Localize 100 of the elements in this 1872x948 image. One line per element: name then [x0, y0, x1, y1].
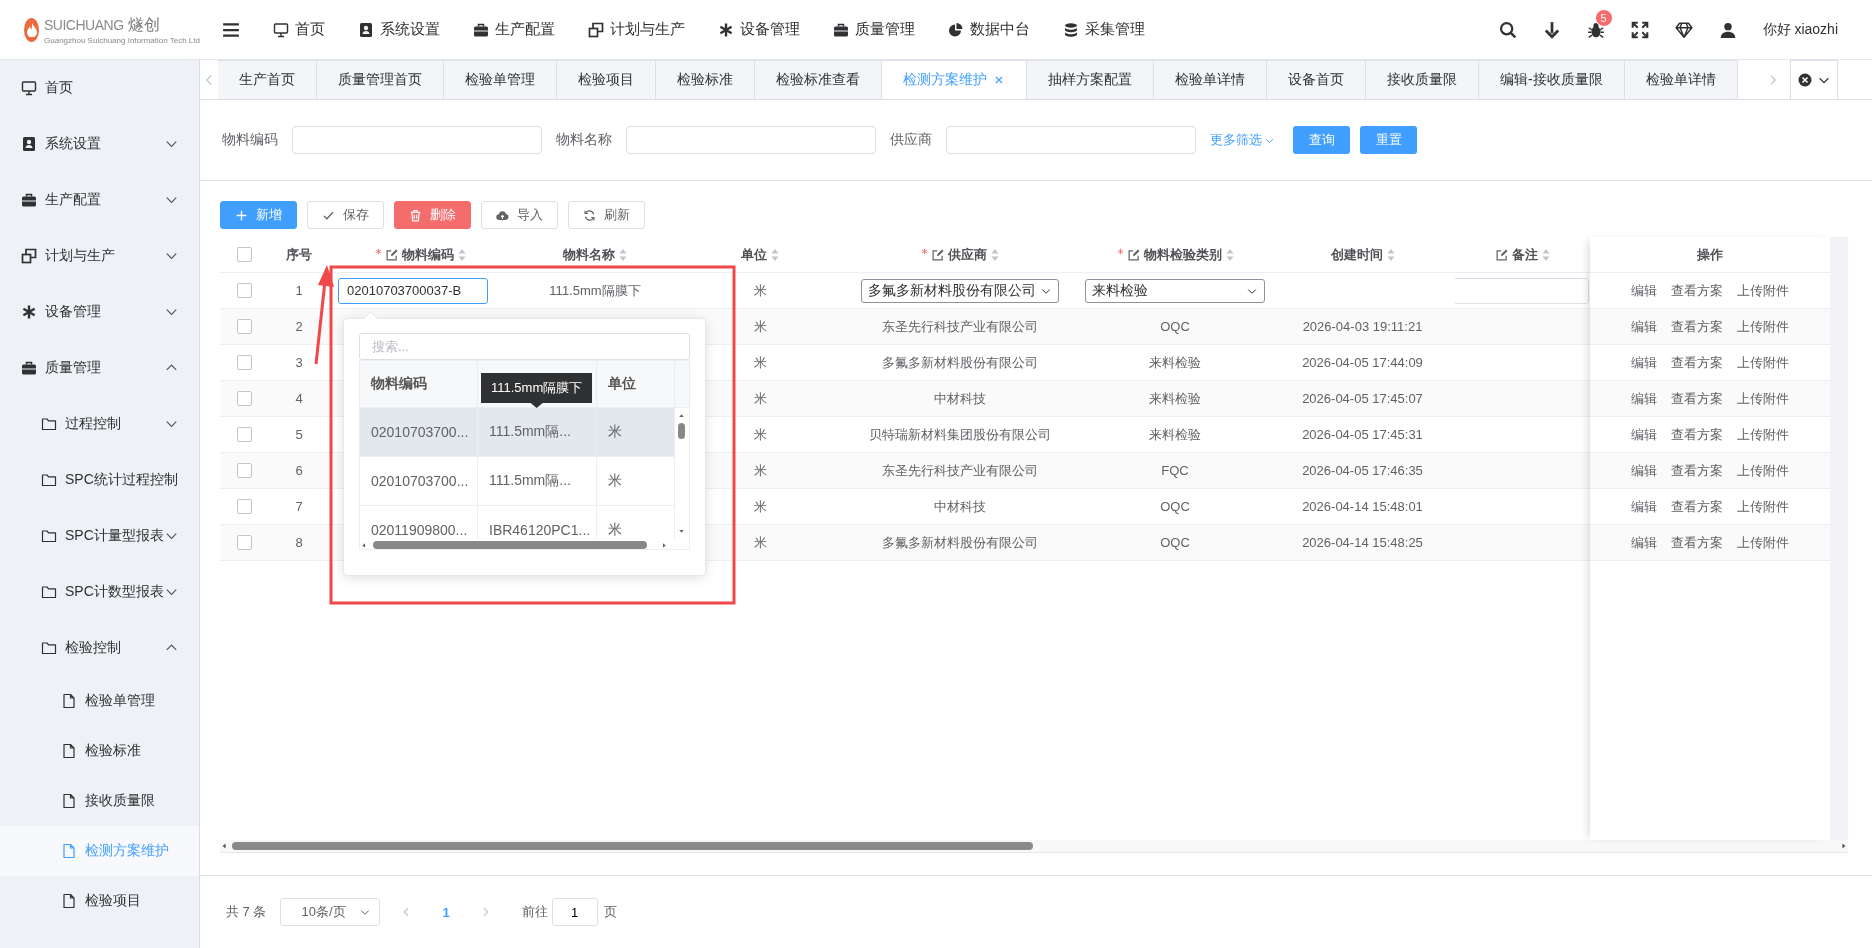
action-link[interactable]: 上传附件 [1737, 461, 1789, 480]
save-button[interactable]: 保存 [307, 201, 384, 229]
scrollbar-thumb[interactable] [373, 541, 647, 549]
tab-menu-button[interactable] [1790, 60, 1838, 99]
sort-icon[interactable] [991, 247, 999, 262]
supplier-select[interactable]: 多氟多新材料股份有限公司 [861, 278, 1059, 303]
tab[interactable]: 抽样方案配置 [1026, 60, 1154, 99]
material-code-field[interactable]: 02010703700037-B [338, 277, 488, 304]
sidebar-item[interactable]: 检验项目 [0, 876, 199, 926]
action-link[interactable]: 上传附件 [1737, 497, 1789, 516]
action-link[interactable]: 上传附件 [1737, 425, 1789, 444]
nav-menu-item[interactable]: 质量管理 [833, 20, 915, 39]
bug-icon[interactable] [1586, 20, 1605, 39]
checkbox[interactable] [236, 247, 252, 262]
action-link[interactable]: 查看方案 [1671, 425, 1723, 444]
tab[interactable]: 质量管理首页 [316, 60, 444, 99]
action-link[interactable]: 查看方案 [1671, 497, 1723, 516]
action-link[interactable]: 编辑 [1631, 461, 1657, 480]
sidebar-item[interactable]: 设备管理 [0, 284, 199, 340]
user-icon[interactable] [1718, 20, 1737, 39]
tab[interactable]: 生产首页 [218, 60, 317, 99]
checkbox[interactable] [236, 463, 252, 478]
sidebar-item[interactable]: 首页 [0, 60, 199, 116]
user-greeting[interactable]: 你好 xiaozhi [1762, 20, 1838, 39]
tab[interactable]: 接收质量限 [1365, 60, 1479, 99]
action-link[interactable]: 查看方案 [1671, 461, 1723, 480]
refresh-button[interactable]: 刷新 [568, 201, 645, 229]
action-link[interactable]: 编辑 [1631, 317, 1657, 336]
sidebar-item[interactable]: 过程控制 [0, 396, 199, 452]
diamond-icon[interactable] [1674, 20, 1693, 39]
nav-menu-item[interactable]: 计划与生产 [588, 20, 685, 39]
input-field[interactable] [946, 126, 1196, 154]
sort-icon[interactable] [1386, 247, 1395, 262]
sidebar-item[interactable]: 检验单管理 [0, 676, 199, 726]
checkbox[interactable] [236, 319, 252, 334]
checkbox[interactable] [236, 355, 252, 370]
search-icon[interactable] [1498, 20, 1517, 39]
nav-menu-item[interactable]: 生产配置 [473, 20, 555, 39]
tab[interactable]: 检验标准 [655, 60, 755, 99]
action-link[interactable]: 查看方案 [1671, 353, 1723, 372]
input-field[interactable] [292, 126, 542, 154]
action-link[interactable]: 编辑 [1631, 533, 1657, 552]
sort-icon[interactable] [619, 247, 627, 262]
scrollbar-thumb[interactable] [232, 842, 1033, 850]
sidebar-item[interactable]: 生产配置 [0, 172, 199, 228]
nav-menu-item[interactable]: 设备管理 [718, 20, 800, 39]
page-input[interactable]: 1 [551, 898, 598, 926]
tab[interactable]: 检验标准查看 [754, 60, 882, 99]
action-link[interactable]: 查看方案 [1671, 281, 1723, 300]
checkbox[interactable] [236, 283, 252, 298]
sidebar-item[interactable]: SPC统计过程控制 [0, 452, 199, 508]
close-icon[interactable] [993, 74, 1005, 86]
sort-icon[interactable] [1225, 247, 1234, 262]
download-icon[interactable] [1542, 20, 1561, 39]
remark-field[interactable] [1455, 277, 1589, 304]
fullscreen-icon[interactable] [1630, 20, 1649, 39]
nav-menu-item[interactable]: 系统设置 [358, 20, 440, 39]
action-link[interactable]: 编辑 [1631, 353, 1657, 372]
action-link[interactable]: 上传附件 [1737, 281, 1789, 300]
page-size-select[interactable]: 10条/页 [280, 898, 381, 926]
checkbox[interactable] [236, 391, 252, 406]
nav-menu-item[interactable]: 采集管理 [1063, 20, 1145, 39]
tab[interactable]: 设备首页 [1266, 60, 1366, 99]
action-link[interactable]: 编辑 [1631, 281, 1657, 300]
action-link[interactable]: 上传附件 [1737, 317, 1789, 336]
sort-icon[interactable] [771, 247, 779, 262]
tab[interactable]: 检验单详情 [1153, 60, 1267, 99]
search-field[interactable]: 搜索... [359, 333, 690, 360]
action-link[interactable]: 编辑 [1631, 425, 1657, 444]
sidebar-item[interactable]: 计划与生产 [0, 228, 199, 284]
sort-icon[interactable] [457, 247, 466, 262]
tab[interactable]: 检验项目 [556, 60, 656, 99]
action-link[interactable]: 查看方案 [1671, 533, 1723, 552]
action-link[interactable]: 查看方案 [1671, 317, 1723, 336]
sidebar-item[interactable]: 检验控制 [0, 620, 199, 676]
tab[interactable]: 检验单详情 [1623, 60, 1738, 99]
sidebar-item[interactable]: 系统设置 [0, 116, 199, 172]
sidebar-item[interactable]: 接收质量限 [0, 776, 199, 826]
nav-menu-item[interactable]: 数据中台 [948, 20, 1030, 39]
action-link[interactable]: 编辑 [1631, 497, 1657, 516]
action-link[interactable]: 上传附件 [1737, 389, 1789, 408]
checkbox[interactable] [236, 427, 252, 442]
tab[interactable]: 检验单管理 [443, 60, 557, 99]
action-link[interactable]: 编辑 [1631, 389, 1657, 408]
sort-icon[interactable] [1541, 247, 1550, 262]
checkbox[interactable] [236, 535, 252, 550]
nav-menu-item[interactable]: 首页 [273, 20, 325, 39]
horizontal-scrollbar[interactable] [220, 840, 1848, 853]
action-link[interactable]: 上传附件 [1737, 533, 1789, 552]
category-select[interactable]: 来料检验 [1085, 278, 1265, 303]
sidebar-item[interactable]: 检验标准 [0, 726, 199, 776]
checkbox[interactable] [236, 499, 252, 514]
action-link[interactable]: 查看方案 [1671, 389, 1723, 408]
sidebar-item[interactable]: SPC计数型报表 [0, 564, 199, 620]
sidebar-item[interactable]: SPC计量型报表 [0, 508, 199, 564]
input-field[interactable] [626, 126, 876, 154]
scrollbar-thumb[interactable] [678, 423, 685, 439]
import-button[interactable]: 导入 [481, 201, 558, 229]
menu-icon[interactable] [222, 20, 240, 39]
sidebar-item[interactable]: 质量管理 [0, 340, 199, 396]
